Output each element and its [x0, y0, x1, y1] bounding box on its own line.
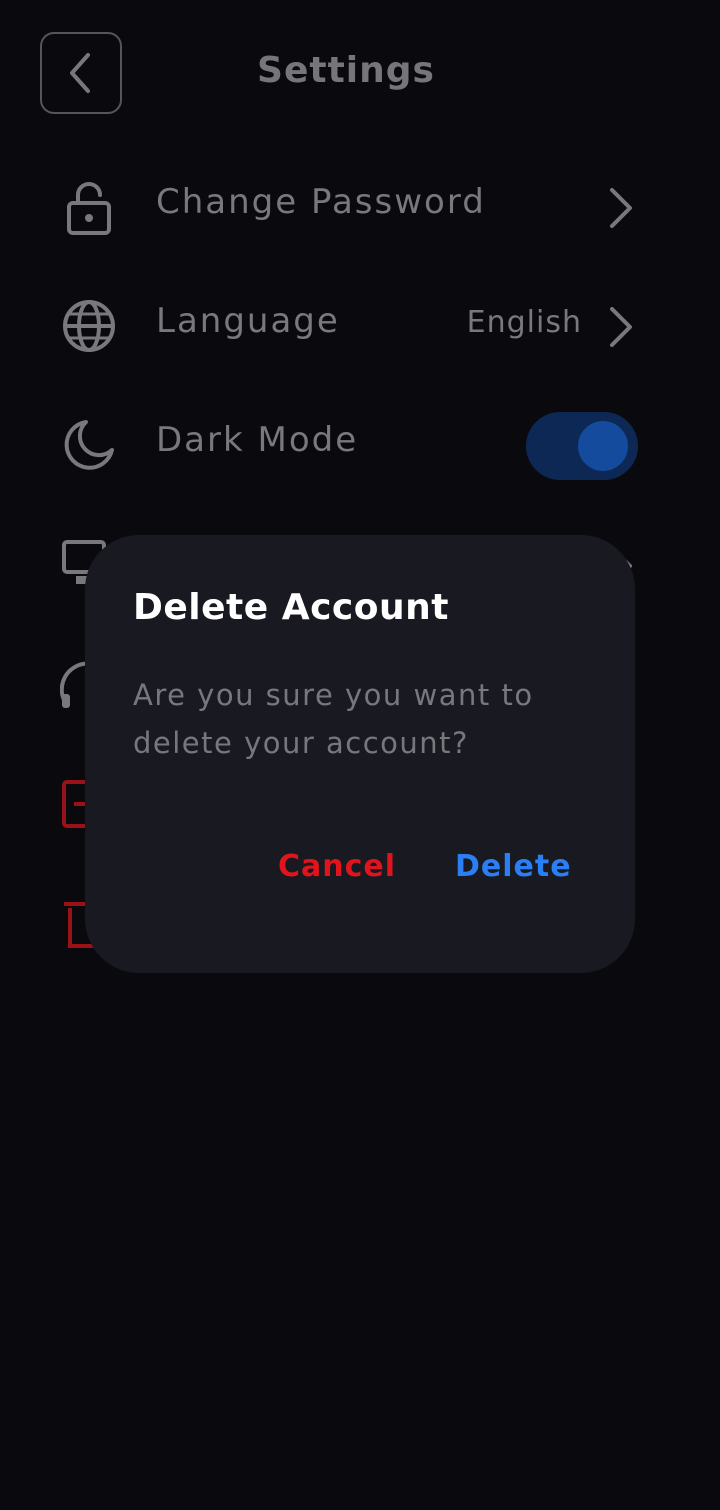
change-password-label: Change Password	[156, 182, 486, 222]
moon-icon	[64, 420, 114, 470]
dark-mode-toggle[interactable]	[526, 412, 638, 480]
settings-item-dark-mode: Dark Mode	[0, 390, 720, 500]
chevron-right-icon	[610, 188, 632, 228]
settings-item-change-password[interactable]: Change Password	[0, 152, 720, 262]
language-value: English	[466, 305, 582, 340]
language-label: Language	[156, 301, 340, 341]
lock-icon	[67, 182, 111, 235]
dialog-message: Are you sure you want to delete your acc…	[133, 678, 534, 760]
delete-account-dialog: Delete Account Are you sure you want to …	[85, 535, 635, 973]
dark-mode-label: Dark Mode	[156, 420, 359, 460]
settings-item-language[interactable]: Language English	[0, 271, 720, 381]
cancel-button[interactable]: Cancel	[278, 849, 396, 884]
delete-button[interactable]: Delete	[455, 849, 572, 884]
dialog-title: Delete Account	[133, 587, 449, 628]
settings-screen: Settings Change Password Language Englis…	[0, 0, 720, 1510]
page-title: Settings	[257, 50, 435, 91]
toggle-knob	[578, 421, 628, 471]
chevron-right-icon	[610, 307, 632, 347]
globe-icon	[63, 300, 115, 352]
